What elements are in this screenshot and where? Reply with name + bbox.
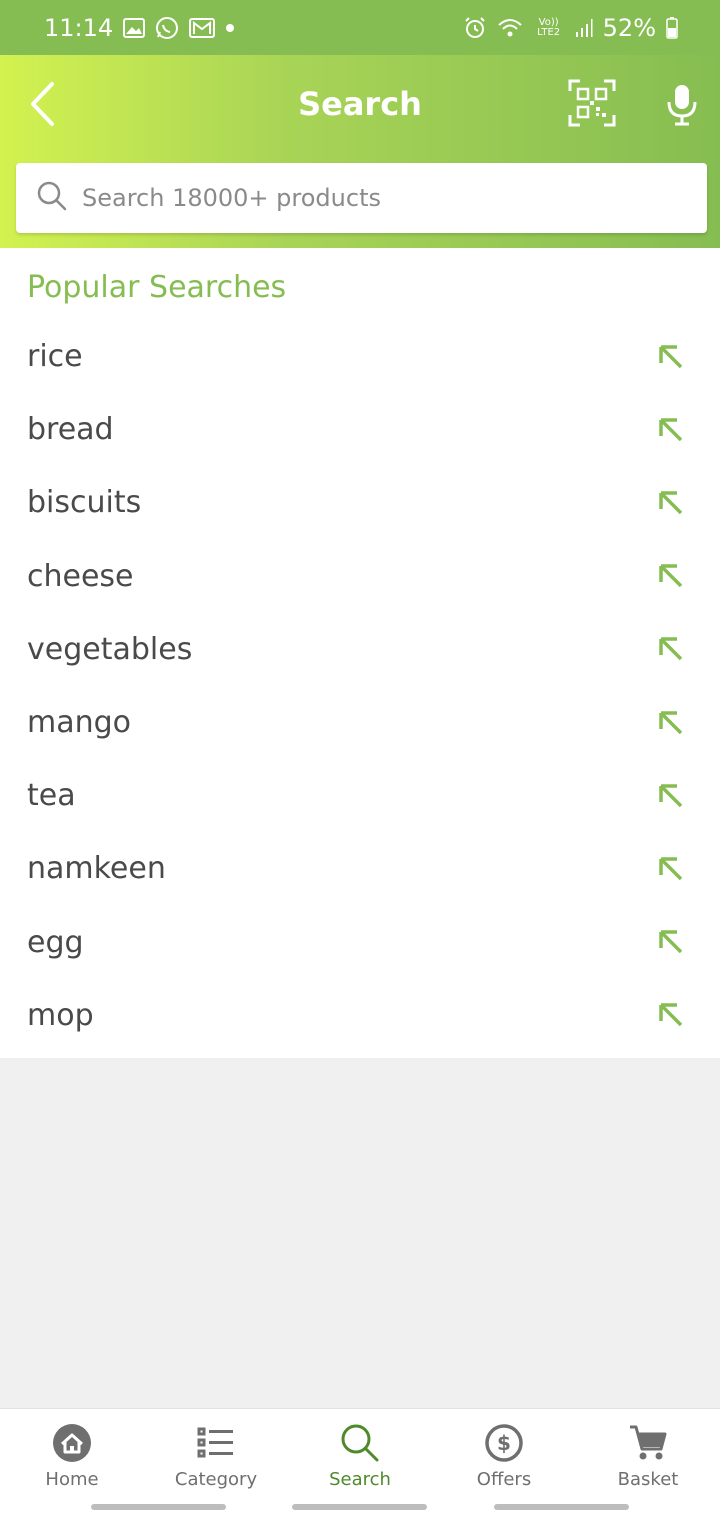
wifi-icon (497, 17, 523, 39)
microphone-icon (664, 85, 700, 131)
list-item-label: biscuits (27, 485, 142, 521)
popular-searches-section: Popular Searches rice bread biscuits che… (0, 248, 720, 1058)
list-item[interactable]: biscuits (0, 466, 720, 539)
popular-searches-list: rice bread biscuits cheese vegetables ma… (0, 320, 720, 1052)
list-item-label: egg (27, 924, 84, 960)
status-time: 11:14 (44, 13, 114, 42)
gallery-icon (123, 17, 146, 38)
battery-icon (666, 16, 678, 39)
dot-icon (225, 23, 235, 33)
list-item[interactable]: tea (0, 759, 720, 832)
nav-label: Category (174, 1469, 258, 1490)
app-header: Search (0, 55, 720, 248)
arrow-up-left-icon[interactable] (656, 927, 686, 957)
dollar-icon: $ (484, 1423, 524, 1463)
list-item-label: mop (27, 997, 94, 1033)
list-item[interactable]: vegetables (0, 613, 720, 686)
svg-text:$: $ (497, 1431, 511, 1455)
list-item[interactable]: namkeen (0, 832, 720, 905)
list-icon (196, 1423, 236, 1463)
list-item-label: namkeen (27, 851, 166, 887)
qr-scan-button[interactable] (568, 79, 618, 129)
whatsapp-icon (155, 16, 179, 40)
search-icon (340, 1423, 380, 1463)
arrow-up-left-icon[interactable] (656, 1000, 686, 1030)
list-item-label: vegetables (27, 631, 193, 667)
nav-label: Basket (617, 1469, 679, 1490)
cart-icon (628, 1423, 668, 1463)
arrow-up-left-icon[interactable] (656, 634, 686, 664)
arrow-up-left-icon[interactable] (656, 415, 686, 445)
gesture-bar-center (292, 1504, 427, 1510)
signal-icon (575, 18, 593, 38)
nav-label: Home (45, 1469, 99, 1490)
gmail-icon (189, 17, 216, 38)
list-item[interactable]: egg (0, 906, 720, 979)
list-item-label: rice (27, 339, 83, 375)
battery-percent: 52% (602, 13, 656, 42)
search-icon (36, 180, 68, 216)
arrow-up-left-icon[interactable] (656, 488, 686, 518)
status-bar: 11:14 Vo)) LTE2 52% (0, 0, 720, 55)
network-label: Vo)) LTE2 (537, 16, 561, 38)
list-item[interactable]: rice (0, 320, 720, 393)
search-input[interactable] (82, 184, 682, 212)
list-item-label: bread (27, 412, 114, 448)
section-title: Popular Searches (27, 270, 287, 305)
list-item-label: tea (27, 778, 76, 814)
arrow-up-left-icon[interactable] (656, 854, 686, 884)
qr-scan-icon (568, 79, 616, 131)
arrow-up-left-icon[interactable] (656, 781, 686, 811)
nav-label: Offers (476, 1469, 532, 1490)
nav-label: Search (329, 1469, 391, 1490)
voice-search-button[interactable] (664, 83, 700, 127)
home-icon (52, 1423, 92, 1463)
list-item-label: cheese (27, 558, 134, 594)
arrow-up-left-icon[interactable] (656, 561, 686, 591)
gesture-bar-right (494, 1504, 629, 1510)
alarm-icon (463, 16, 487, 40)
arrow-up-left-icon[interactable] (656, 342, 686, 372)
gesture-bar-left (91, 1504, 226, 1510)
list-item[interactable]: mango (0, 686, 720, 759)
list-item[interactable]: bread (0, 393, 720, 466)
search-box[interactable] (16, 163, 707, 233)
list-item[interactable]: mop (0, 979, 720, 1052)
arrow-up-left-icon[interactable] (656, 708, 686, 738)
list-item[interactable]: cheese (0, 540, 720, 613)
list-item-label: mango (27, 705, 132, 741)
